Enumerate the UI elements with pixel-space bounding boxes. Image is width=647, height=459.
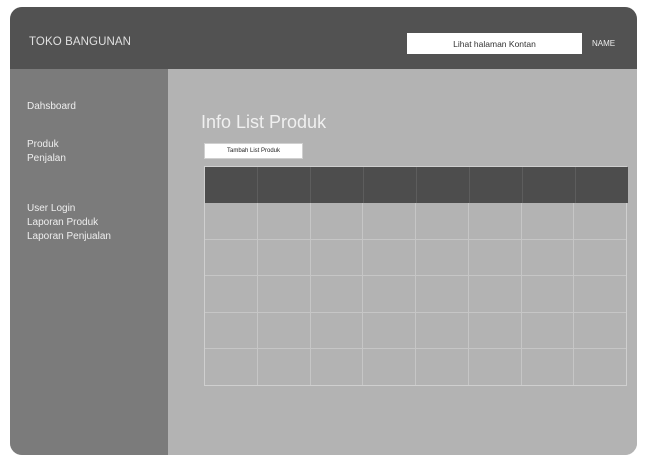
table-cell bbox=[574, 203, 626, 239]
table-cell bbox=[311, 312, 364, 349]
table-row bbox=[205, 349, 626, 385]
table-cell bbox=[522, 349, 575, 385]
table-cell bbox=[363, 312, 416, 349]
table-header-cell bbox=[417, 167, 470, 203]
table-row bbox=[205, 276, 626, 313]
table-cell bbox=[416, 276, 469, 312]
table-cell bbox=[469, 276, 522, 312]
table-cell bbox=[416, 239, 469, 276]
main-content: Info List Produk Tambah List Produk bbox=[168, 69, 637, 455]
table-cell bbox=[469, 312, 522, 349]
table-cell bbox=[416, 203, 469, 239]
table-cell bbox=[258, 239, 311, 276]
table-header-cell bbox=[205, 167, 258, 203]
table-cell bbox=[258, 349, 311, 385]
table-cell bbox=[258, 276, 311, 312]
table-cell bbox=[416, 312, 469, 349]
table-header-cell bbox=[470, 167, 523, 203]
sidebar: Dahsboard Produk Penjalan User Login Lap… bbox=[10, 69, 168, 455]
table-cell bbox=[311, 239, 364, 276]
table-header-cell bbox=[258, 167, 311, 203]
table-cell bbox=[416, 349, 469, 385]
table-row bbox=[205, 239, 626, 277]
table-row bbox=[205, 312, 626, 350]
table-header-cell bbox=[311, 167, 364, 203]
table-header-cell bbox=[576, 167, 628, 203]
table-cell bbox=[205, 239, 258, 276]
table-row bbox=[205, 203, 626, 240]
table-header-row bbox=[205, 167, 628, 203]
table-cell bbox=[311, 203, 364, 239]
sidebar-item-user-login[interactable]: User Login bbox=[27, 203, 75, 214]
table-cell bbox=[574, 349, 626, 385]
view-contact-page-link[interactable]: Lihat halaman Kontan bbox=[407, 33, 582, 54]
table-cell bbox=[311, 276, 364, 312]
sidebar-item-produk[interactable]: Produk bbox=[27, 139, 59, 150]
table-header-cell bbox=[364, 167, 417, 203]
table-cell bbox=[469, 239, 522, 276]
table-cell bbox=[363, 239, 416, 276]
table-cell bbox=[522, 203, 575, 239]
add-product-button[interactable]: Tambah List Produk bbox=[204, 143, 303, 159]
table-cell bbox=[205, 312, 258, 349]
table-cell bbox=[574, 276, 626, 312]
sidebar-item-laporan-produk[interactable]: Laporan Produk bbox=[27, 217, 98, 228]
table-cell bbox=[522, 239, 575, 276]
table-cell bbox=[363, 276, 416, 312]
table-cell bbox=[522, 276, 575, 312]
product-table bbox=[204, 166, 628, 386]
sidebar-item-laporan-penjualan[interactable]: Laporan Penjualan bbox=[27, 231, 111, 242]
table-cell bbox=[258, 312, 311, 349]
table-cell bbox=[469, 203, 522, 239]
table-cell bbox=[574, 313, 626, 349]
top-header: TOKO BANGUNAN Lihat halaman Kontan NAME bbox=[10, 7, 637, 69]
user-name[interactable]: NAME bbox=[592, 39, 615, 48]
table-cell bbox=[258, 203, 311, 239]
brand-title: TOKO BANGUNAN bbox=[29, 36, 132, 48]
table-cell bbox=[522, 312, 575, 349]
table-body bbox=[205, 203, 626, 385]
table-cell bbox=[311, 349, 364, 385]
sidebar-item-dashboard[interactable]: Dahsboard bbox=[27, 101, 76, 112]
table-cell bbox=[205, 203, 258, 239]
table-cell bbox=[469, 349, 522, 385]
page-title: Info List Produk bbox=[201, 112, 327, 132]
table-header-cell bbox=[523, 167, 576, 203]
table-cell bbox=[205, 276, 258, 312]
sidebar-item-penjualan[interactable]: Penjalan bbox=[27, 153, 66, 164]
table-cell bbox=[363, 349, 416, 385]
table-cell bbox=[574, 240, 626, 276]
table-cell bbox=[363, 203, 416, 239]
table-cell bbox=[205, 349, 258, 385]
app-window: TOKO BANGUNAN Lihat halaman Kontan NAME … bbox=[10, 7, 637, 455]
